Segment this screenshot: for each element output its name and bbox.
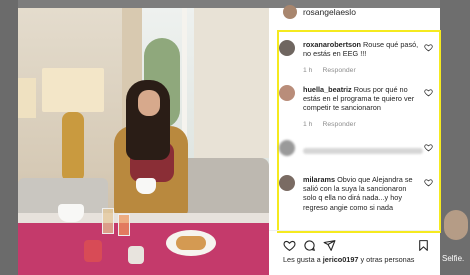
commenter-avatar[interactable] bbox=[279, 40, 295, 56]
comment-username[interactable]: huella_beatriz bbox=[303, 85, 352, 94]
comment-text: roxanarobertson Rouse qué pasó, no estás… bbox=[303, 40, 419, 58]
like-heart-icon[interactable] bbox=[424, 88, 433, 97]
photo-butter-jar bbox=[128, 246, 144, 264]
peek-caption: Selfie. bbox=[442, 254, 465, 263]
photo-cup-held bbox=[136, 178, 156, 194]
commenter-avatar[interactable] bbox=[279, 85, 295, 101]
photo-cup bbox=[58, 204, 84, 222]
reply-button[interactable]: Responder bbox=[322, 121, 355, 128]
likes-prefix: Les gusta a bbox=[283, 255, 321, 264]
comment-meta: 1 h Responder bbox=[303, 67, 366, 74]
like-icon[interactable] bbox=[283, 239, 296, 252]
instagram-post: rosangelaeslo roxanarobertson Rouse qué … bbox=[18, 5, 441, 275]
post-header: rosangelaeslo bbox=[269, 5, 440, 24]
blurred-comment-text bbox=[303, 148, 423, 154]
save-icon[interactable] bbox=[417, 239, 430, 252]
photo-glass bbox=[102, 208, 114, 234]
photo-person-face bbox=[138, 90, 160, 116]
comment-time: 1 h bbox=[303, 121, 313, 128]
post-actions-bar bbox=[269, 230, 440, 254]
like-heart-icon[interactable] bbox=[424, 178, 433, 187]
next-post-peek[interactable]: Selfie. bbox=[440, 0, 470, 275]
photo-table-runner bbox=[18, 213, 269, 223]
likes-suffix[interactable]: y otras personas bbox=[361, 255, 415, 264]
left-side-area bbox=[0, 0, 18, 275]
author-username[interactable]: rosangelaeslo bbox=[303, 7, 356, 17]
comment-text: milarams Obvio que Alejandra se salió co… bbox=[303, 175, 419, 212]
photo-lamp-small bbox=[18, 78, 36, 118]
share-icon[interactable] bbox=[323, 239, 336, 252]
photo-glass-juice bbox=[118, 214, 130, 236]
author-avatar[interactable] bbox=[283, 5, 297, 19]
like-heart-icon[interactable] bbox=[424, 43, 433, 52]
commenter-avatar[interactable] bbox=[279, 140, 295, 156]
comment-username[interactable]: milarams bbox=[303, 175, 335, 184]
reply-button[interactable]: Responder bbox=[322, 67, 355, 74]
comments-panel: rosangelaeslo roxanarobertson Rouse qué … bbox=[269, 5, 441, 275]
peek-avatar bbox=[444, 210, 468, 240]
like-heart-icon[interactable] bbox=[424, 143, 433, 152]
comment-username[interactable]: roxanarobertson bbox=[303, 40, 361, 49]
comment-icon[interactable] bbox=[303, 239, 316, 252]
likes-user-link[interactable]: jerico0197 bbox=[323, 255, 359, 264]
photo-lamp-base bbox=[62, 112, 84, 182]
photo-croissant bbox=[176, 236, 206, 250]
photo-table bbox=[18, 213, 269, 275]
commenter-avatar[interactable] bbox=[279, 175, 295, 191]
comment-meta: 1 h Responder bbox=[303, 121, 366, 128]
likes-summary: Les gusta a jerico0197 y otras personas bbox=[283, 255, 414, 264]
photo-lamp-shade bbox=[42, 68, 104, 112]
comment-text: huella_beatriz Rous por qué no estás en … bbox=[303, 85, 419, 113]
comment-time: 1 h bbox=[303, 67, 313, 74]
post-photo[interactable] bbox=[18, 8, 269, 275]
photo-building bbox=[194, 8, 269, 158]
photo-jam-jar bbox=[84, 240, 102, 262]
